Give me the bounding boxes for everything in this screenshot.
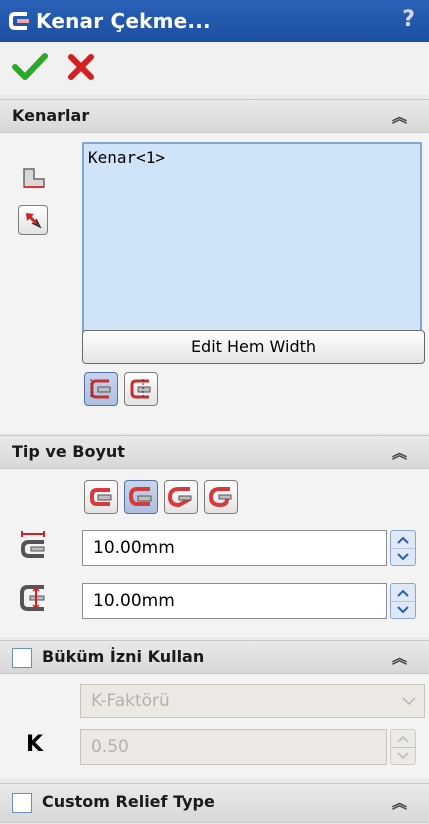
material-inside-icon [90,379,111,399]
hem-open-button[interactable] [124,480,158,514]
spin-down-icon[interactable] [391,601,415,618]
bend-allowance-checkbox[interactable] [12,648,32,668]
bend-outside-icon [130,379,151,399]
collapse-icon[interactable]: ︽ [392,647,407,668]
hem-rolled-icon [208,487,232,508]
custom-relief-checkbox[interactable] [12,793,32,813]
section-title: Tip ve Boyut [12,442,125,461]
spin-down-icon[interactable] [391,747,415,764]
collapse-icon[interactable]: ︽ [392,106,407,127]
list-item[interactable]: Kenar<1> [88,148,165,167]
hem-length-icon [18,530,50,566]
chevron-down-icon[interactable] [402,685,416,717]
property-manager-title-bar: Kenar Çekme... ? [0,0,429,42]
section-header-kenarlar[interactable]: Kenarlar ︽ [0,99,429,133]
section-title: Büküm İzni Kullan [42,647,205,666]
spin-up-icon[interactable] [391,531,415,549]
hem-open-icon [128,487,152,506]
material-inside-button[interactable] [84,372,118,406]
hem-closed-button[interactable] [84,480,118,514]
collapse-icon[interactable]: ︽ [392,442,407,463]
section-header-bukum-izni[interactable]: Büküm İzni Kullan ︽ [0,640,429,674]
collapse-icon[interactable]: ︽ [392,792,407,813]
bend-outside-button[interactable] [124,372,158,406]
k-factor-label: K [26,732,44,757]
spin-down-icon[interactable] [391,548,415,565]
confirmation-bar [0,42,429,94]
edit-hem-width-button[interactable]: Edit Hem Width [82,330,425,364]
bend-allowance-type-select[interactable]: K-Faktörü [80,684,425,718]
hem-gap-icon [18,583,50,617]
spin-up-icon[interactable] [391,584,415,602]
hem-length-spinner[interactable] [390,530,416,566]
select-value: K-Faktörü [91,691,170,711]
hem-tear-drop-icon [168,487,192,508]
hem-gap-spinner[interactable] [390,583,416,619]
hem-tear-drop-button[interactable] [164,480,198,514]
k-factor-input[interactable]: 0.50 [80,729,387,765]
spin-up-icon[interactable] [391,730,415,748]
hem-rolled-button[interactable] [204,480,238,514]
section-header-tip-ve-boyut[interactable]: Tip ve Boyut ︽ [0,435,429,469]
section-title: Custom Relief Type [42,792,215,811]
help-button[interactable]: ? [402,7,415,32]
section-title: Kenarlar [12,106,90,125]
cancel-x-icon[interactable] [66,52,96,86]
hem-length-input[interactable]: 10.00mm [82,530,387,566]
edge-selection-list[interactable]: Kenar<1> [82,142,422,344]
ok-check-icon[interactable] [12,52,48,86]
section-header-custom-relief[interactable]: Custom Relief Type ︽ [0,783,429,823]
hem-feature-icon [8,9,32,33]
reverse-direction-button[interactable] [18,205,48,235]
window-title: Kenar Çekme... [36,9,211,33]
reverse-direction-icon [26,213,42,229]
k-factor-spinner[interactable] [390,729,416,765]
edge-selection-icon [20,165,48,195]
hem-closed-icon [90,488,112,506]
hem-gap-input[interactable]: 10.00mm [82,583,387,619]
